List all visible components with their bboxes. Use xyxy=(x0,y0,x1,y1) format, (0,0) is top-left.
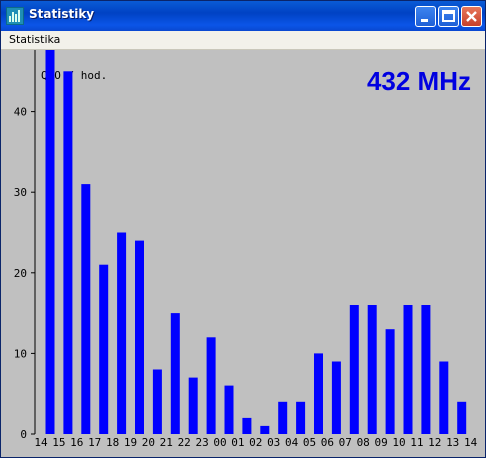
bar xyxy=(349,305,359,434)
bar xyxy=(296,401,306,434)
x-tick-label: 04 xyxy=(285,436,299,449)
maximize-icon xyxy=(442,10,455,22)
bar xyxy=(224,385,234,434)
statistics-window: Statistiky Statistika 0 10 20 30 40 QSO / hod… xyxy=(0,0,486,458)
bar xyxy=(63,71,73,435)
x-tick-label: 02 xyxy=(249,436,262,449)
x-tick-label: 22 xyxy=(178,436,191,449)
bar xyxy=(278,401,288,434)
bar xyxy=(135,240,144,434)
chart-area: 0 10 20 30 40 QSO / hod. 14 15 16 17 18 19 20 21 22 23 0… xyxy=(1,50,485,457)
bar xyxy=(188,377,198,434)
bar xyxy=(331,361,341,434)
x-tick-label: 06 xyxy=(321,436,334,449)
frequency-title: 432 MHz xyxy=(367,66,471,96)
x-tick-label: 16 xyxy=(70,436,83,449)
x-tick-label: 10 xyxy=(392,436,405,449)
x-tick-label: 00 xyxy=(213,436,226,449)
y-tick-label: 10 xyxy=(14,347,27,360)
bar xyxy=(367,305,377,434)
bar xyxy=(314,353,323,434)
maximize-button[interactable] xyxy=(438,6,459,27)
bar-chart: 010203040QSO / hod.14 15 16 17 18 19 20 21 22 23 0… xyxy=(14,50,478,449)
window-title: Statistiky xyxy=(29,7,95,21)
x-tick-label: 21 xyxy=(160,436,173,449)
y-tick-label: 0 xyxy=(20,428,27,441)
x-tick-label: 18 xyxy=(106,436,119,449)
x-tick-label: 08 xyxy=(357,436,370,449)
menu-statistika[interactable]: Statistika xyxy=(9,33,60,46)
bar xyxy=(99,264,109,434)
x-tick-label: 23 xyxy=(195,436,208,449)
menu-bar: Statistika xyxy=(1,31,485,50)
minimize-button[interactable] xyxy=(415,6,436,27)
bar xyxy=(81,184,91,434)
bar xyxy=(421,305,431,434)
title-bar[interactable]: Statistiky xyxy=(1,1,485,32)
bar xyxy=(457,401,467,434)
bar xyxy=(439,361,449,434)
x-tick-label: 14 xyxy=(34,436,48,449)
bar xyxy=(260,425,270,434)
bar xyxy=(117,232,127,434)
bar xyxy=(45,50,55,434)
x-tick-label: 07 xyxy=(339,436,352,449)
bar xyxy=(385,329,395,434)
minimize-icon xyxy=(421,19,428,22)
x-tick-label: 12 xyxy=(428,436,441,449)
close-icon xyxy=(466,11,477,22)
x-tick-label: 19 xyxy=(124,436,137,449)
x-tick-label: 20 xyxy=(142,436,155,449)
x-tick-label: 11 xyxy=(410,436,423,449)
y-tick-label: 30 xyxy=(14,186,27,199)
bar xyxy=(242,417,252,434)
bar xyxy=(170,313,180,434)
x-tick-label: 03 xyxy=(267,436,280,449)
bar xyxy=(152,369,162,434)
x-tick-label: 01 xyxy=(231,436,244,449)
x-tick-label: 05 xyxy=(303,436,316,449)
y-tick-label: 20 xyxy=(14,267,27,280)
x-tick-label: 17 xyxy=(88,436,101,449)
close-button[interactable] xyxy=(461,6,482,27)
y-tick-label: 40 xyxy=(14,106,27,119)
x-tick-label: 14 xyxy=(464,436,478,449)
x-tick-label: 13 xyxy=(446,436,459,449)
x-tick-label: 15 xyxy=(52,436,65,449)
app-icon xyxy=(6,7,24,25)
bar xyxy=(403,305,413,434)
bar xyxy=(206,337,216,434)
x-tick-label: 09 xyxy=(374,436,387,449)
